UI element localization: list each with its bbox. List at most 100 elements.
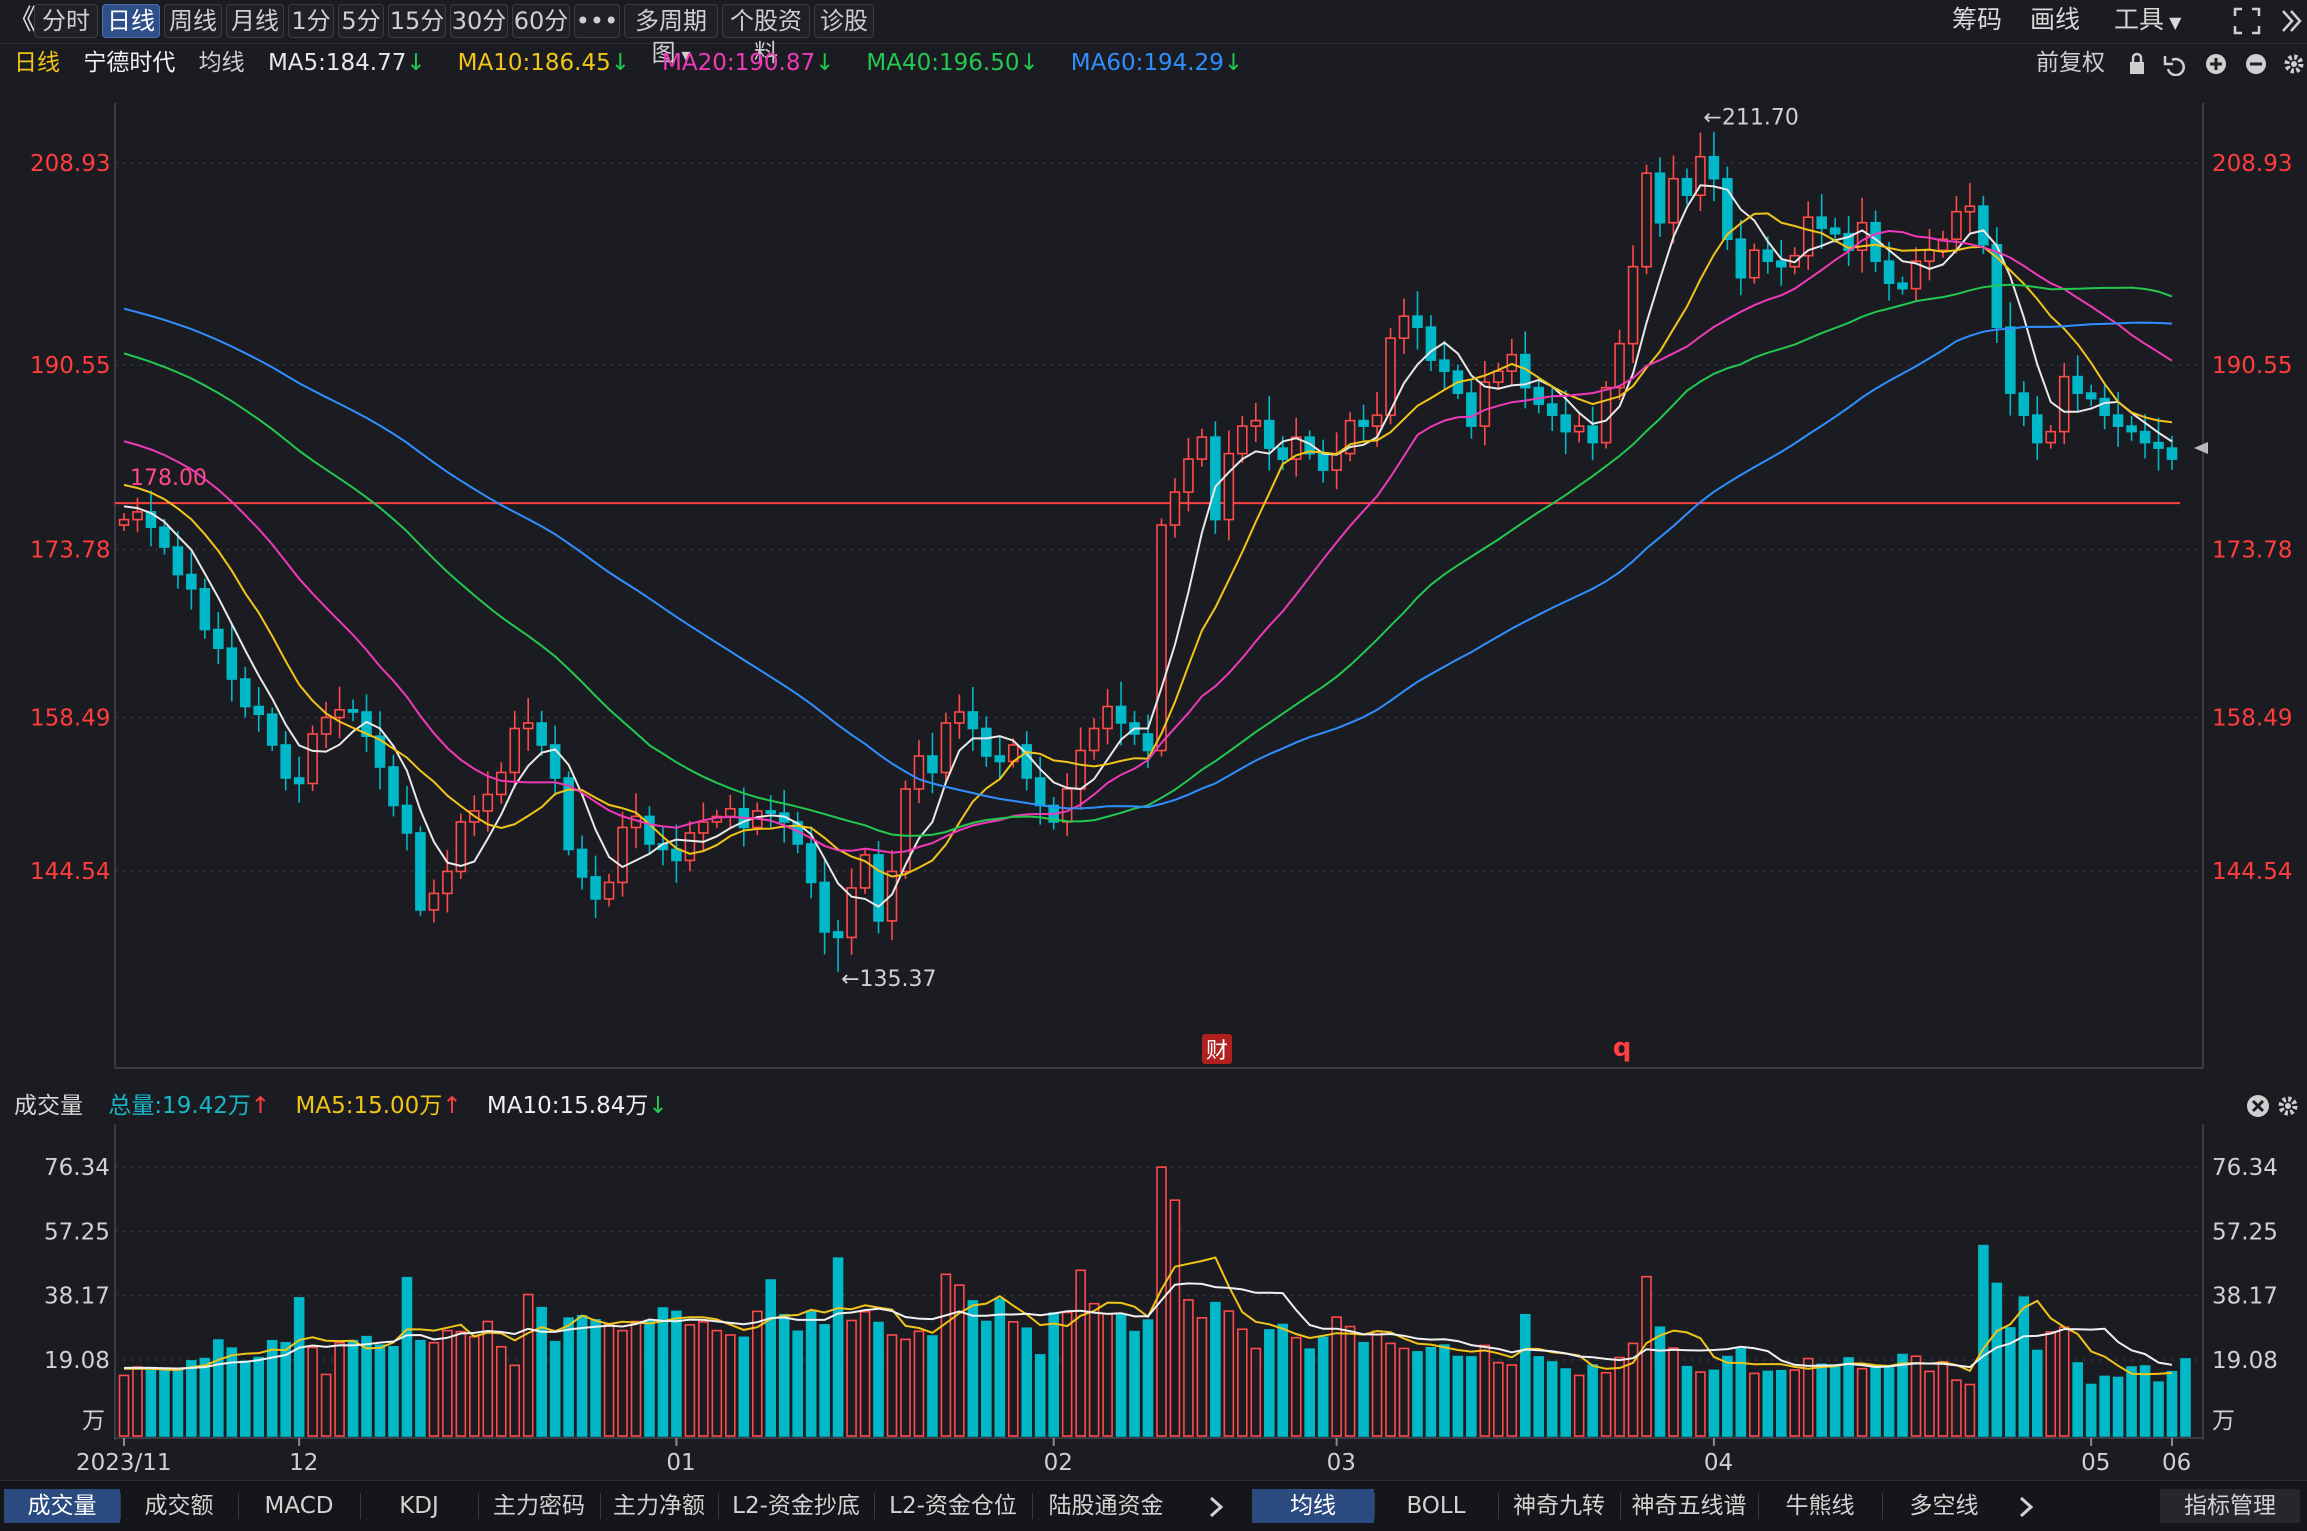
- period-tab[interactable]: 5分: [338, 4, 384, 38]
- candle-body[interactable]: [576, 848, 588, 878]
- volume-bar[interactable]: [819, 1324, 830, 1437]
- volume-bar[interactable]: [226, 1347, 238, 1437]
- overlay-tab[interactable]: 神奇九转: [1498, 1489, 1620, 1523]
- volume-bar[interactable]: [1102, 1312, 1113, 1437]
- candle-body[interactable]: [1331, 452, 1342, 471]
- volume-bar[interactable]: [549, 1340, 561, 1437]
- indicator-manage-button[interactable]: 指标管理: [2160, 1489, 2300, 1523]
- volume-bar[interactable]: [159, 1370, 170, 1437]
- volume-bar[interactable]: [2139, 1365, 2151, 1437]
- candle-body[interactable]: [2031, 414, 2043, 444]
- candle-body[interactable]: [2166, 447, 2178, 460]
- volume-bar[interactable]: [805, 1310, 817, 1437]
- period-tab[interactable]: 周线: [164, 4, 222, 38]
- candle-body[interactable]: [509, 727, 521, 774]
- candle-body[interactable]: [280, 744, 291, 779]
- candle-body[interactable]: [603, 881, 615, 900]
- volume-bar[interactable]: [684, 1324, 696, 1437]
- candle-body[interactable]: [1196, 436, 1208, 460]
- volume-bar[interactable]: [1937, 1361, 1949, 1437]
- volume-bar[interactable]: [1452, 1355, 1464, 1437]
- candle-body[interactable]: [320, 716, 332, 735]
- candle-body[interactable]: [1439, 359, 1450, 372]
- candle-body[interactable]: [1412, 315, 1423, 328]
- period-tab[interactable]: 15分: [388, 4, 446, 38]
- volume-bar[interactable]: [1546, 1361, 1558, 1437]
- volume-bar[interactable]: [1479, 1344, 1491, 1437]
- tools-menu[interactable]: 工具 ▼: [2114, 4, 2181, 36]
- candle-body[interactable]: [1169, 491, 1181, 526]
- volume-bar[interactable]: [1951, 1379, 1962, 1437]
- volume-bar[interactable]: [1519, 1313, 1531, 1437]
- candle-body[interactable]: [1573, 425, 1585, 433]
- period-tab[interactable]: •••: [574, 4, 620, 38]
- candle-body[interactable]: [819, 881, 830, 933]
- candle-body[interactable]: [1614, 342, 1625, 389]
- zoom-in-icon[interactable]: [2206, 54, 2226, 74]
- volume-bar[interactable]: [1263, 1329, 1275, 1437]
- candle-body[interactable]: [1951, 210, 1962, 240]
- candle-body[interactable]: [765, 810, 777, 814]
- volume-bar[interactable]: [563, 1317, 574, 1437]
- volume-bar[interactable]: [1695, 1371, 1706, 1437]
- candle-body[interactable]: [1102, 705, 1113, 730]
- candle-body[interactable]: [725, 807, 736, 818]
- chevron-right-icon[interactable]: [2016, 1495, 2036, 1519]
- candle-body[interactable]: [1223, 452, 1235, 521]
- volume-bar[interactable]: [172, 1368, 184, 1437]
- lock-icon[interactable]: [2130, 52, 2144, 74]
- volume-bar[interactable]: [1654, 1326, 1666, 1437]
- volume-bar[interactable]: [1371, 1330, 1383, 1437]
- candle-body[interactable]: [186, 573, 197, 590]
- candle-body[interactable]: [226, 647, 238, 680]
- volume-bar[interactable]: [266, 1339, 278, 1437]
- indicator-tab[interactable]: MACD: [238, 1489, 360, 1523]
- volume-bar[interactable]: [1385, 1342, 1396, 1437]
- candle-body[interactable]: [1466, 392, 1477, 427]
- volume-bar[interactable]: [2045, 1331, 2057, 1437]
- volume-bar[interactable]: [590, 1319, 601, 1437]
- volume-bar[interactable]: [2058, 1326, 2070, 1437]
- candle-body[interactable]: [199, 588, 211, 631]
- candle-body[interactable]: [347, 709, 359, 713]
- volume-bar[interactable]: [1007, 1321, 1019, 1437]
- volume-bar[interactable]: [1762, 1370, 1774, 1437]
- volume-chart[interactable]: 76.34 76.34 57.25 57.25 38.17 38.17 19.08 19.08…: [0, 1124, 2307, 1480]
- volume-bar[interactable]: [1210, 1301, 1221, 1437]
- volume-bar[interactable]: [1493, 1361, 1504, 1437]
- volume-bar[interactable]: [442, 1329, 453, 1437]
- volume-bar[interactable]: [1412, 1351, 1423, 1437]
- candle-body[interactable]: [1722, 177, 1733, 240]
- volume-bar[interactable]: [1237, 1328, 1248, 1437]
- candle-body[interactable]: [1142, 733, 1154, 752]
- indicator-tab[interactable]: 成交量: [4, 1489, 120, 1523]
- volume-bar[interactable]: [1034, 1354, 1046, 1437]
- volume-bar[interactable]: [738, 1336, 750, 1437]
- period-tab[interactable]: 60分: [512, 4, 570, 38]
- volume-bar[interactable]: [603, 1324, 615, 1437]
- indicator-tab[interactable]: L2-资金仓位: [874, 1489, 1032, 1523]
- volume-bar[interactable]: [2112, 1376, 2124, 1437]
- indicator-tab[interactable]: 主力密码: [478, 1489, 600, 1523]
- candle-body[interactable]: [1034, 777, 1046, 807]
- candle-body[interactable]: [1587, 425, 1598, 444]
- candle-body[interactable]: [1816, 216, 1827, 230]
- volume-bar[interactable]: [1587, 1364, 1598, 1437]
- candle-body[interactable]: [873, 854, 884, 922]
- candle-body[interactable]: [1317, 452, 1329, 471]
- undo-icon[interactable]: [2163, 56, 2185, 76]
- volume-bar[interactable]: [186, 1360, 197, 1437]
- volume-bar[interactable]: [145, 1366, 157, 1437]
- candle-body[interactable]: [239, 678, 251, 708]
- volume-bar[interactable]: [2031, 1349, 2043, 1437]
- candle-body[interactable]: [293, 777, 305, 785]
- volume-bar[interactable]: [1802, 1357, 1814, 1437]
- volume-bar[interactable]: [765, 1279, 777, 1437]
- candle-body[interactable]: [522, 722, 534, 730]
- candle-body[interactable]: [2112, 414, 2124, 427]
- candle-body[interactable]: [334, 709, 345, 719]
- candle-body[interactable]: [1897, 282, 1908, 290]
- volume-bar[interactable]: [1641, 1275, 1652, 1437]
- candle-body[interactable]: [2018, 392, 2030, 416]
- volume-bar[interactable]: [1924, 1370, 1935, 1437]
